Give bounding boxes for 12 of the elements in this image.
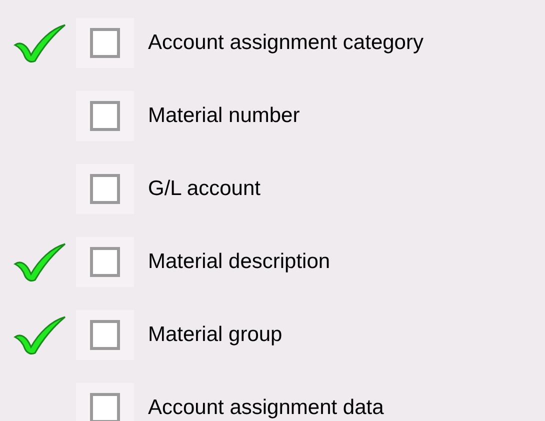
checkbox[interactable] <box>90 392 120 421</box>
checkbox-label: Material number <box>148 102 300 129</box>
checkbox[interactable] <box>90 174 120 204</box>
checkbox-label: Material description <box>148 248 330 275</box>
checkbox[interactable] <box>90 246 120 276</box>
checkbox[interactable] <box>90 28 120 58</box>
checkbox[interactable] <box>90 100 120 130</box>
checkbox-label: G/L account <box>148 176 260 202</box>
checkbox[interactable] <box>90 320 120 350</box>
checkbox-label: Account assignment category <box>148 30 424 56</box>
checkbox-label: Material group <box>148 322 282 348</box>
checkbox-label: Account assignment data <box>148 394 384 421</box>
